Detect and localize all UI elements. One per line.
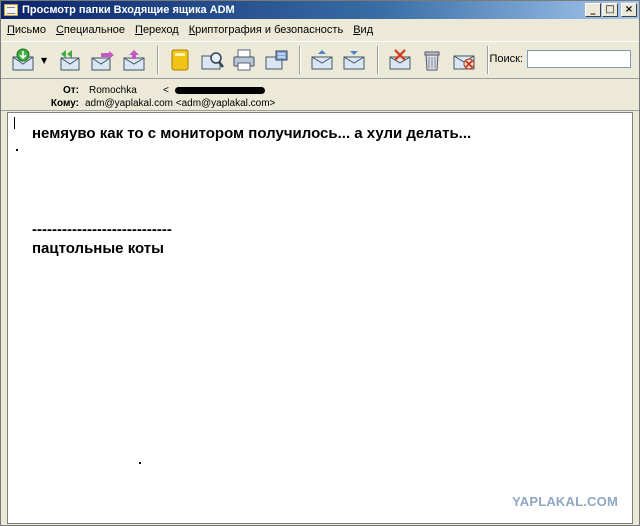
window-title: Просмотр папки Входящие ящика ADM xyxy=(22,4,235,16)
print-icon[interactable] xyxy=(229,45,259,75)
toolbar-separator xyxy=(299,46,301,74)
maximize-button[interactable]: □ xyxy=(602,3,618,17)
send-icon[interactable] xyxy=(119,45,149,75)
to-value[interactable]: adm@yaplakal.com <adm@yaplakal.com> xyxy=(85,98,275,109)
menu-crypto[interactable]: Криптография и безопасность xyxy=(189,24,343,36)
from-name[interactable]: Romochka xyxy=(89,85,169,96)
from-row: От: Romochka < xyxy=(1,83,265,97)
mail-app-icon xyxy=(4,4,18,16)
close-button[interactable]: × xyxy=(621,3,637,17)
move-down-icon[interactable] xyxy=(339,45,369,75)
move-up-icon[interactable] xyxy=(307,45,337,75)
from-address-prefix: < xyxy=(163,84,169,96)
menu-go[interactable]: Переход xyxy=(135,24,179,36)
find-icon[interactable] xyxy=(197,45,227,75)
watermark-logo: YAPLAKAL.COM xyxy=(512,494,618,509)
minimize-button[interactable]: _ xyxy=(585,3,601,17)
chevron-down-icon[interactable]: ▼ xyxy=(41,56,49,65)
message-line-1: немяуво как то с монитором получилось...… xyxy=(32,125,472,142)
search-label: Поиск: xyxy=(489,53,523,65)
trash-icon[interactable] xyxy=(417,45,447,75)
search-area: Поиск: xyxy=(489,50,631,68)
menu-special[interactable]: Специальное xyxy=(56,24,125,36)
message-signature: пацтольные коты xyxy=(32,240,164,257)
to-label: Кому: xyxy=(50,97,79,109)
delete-icon[interactable] xyxy=(385,45,415,75)
properties-icon[interactable] xyxy=(261,45,291,75)
menu-view[interactable]: Вид xyxy=(353,24,373,36)
menu-message[interactable]: Письмо xyxy=(7,24,46,36)
text-cursor xyxy=(14,117,15,129)
message-separator: ---------------------------- xyxy=(32,221,172,238)
address-book-icon[interactable] xyxy=(165,45,195,75)
toolbar-separator xyxy=(157,46,159,74)
menu-bar: Письмо Специальное Переход Криптография … xyxy=(1,21,639,39)
toolbar: ▼ Поиск: xyxy=(1,41,639,79)
window-controls: _ □ × xyxy=(585,3,637,17)
spam-icon[interactable] xyxy=(449,45,479,75)
title-bar[interactable]: Просмотр папки Входящие ящика ADM _ □ × xyxy=(1,1,639,19)
stray-dot xyxy=(139,462,141,464)
redaction-mark xyxy=(174,86,265,94)
from-label: От: xyxy=(62,84,79,96)
message-body[interactable]: немяуво как то с монитором получилось...… xyxy=(7,112,633,524)
forward-icon[interactable] xyxy=(87,45,117,75)
search-input[interactable] xyxy=(527,50,631,68)
receive-mail-icon[interactable] xyxy=(9,45,39,75)
message-header: От: Romochka < Кому: adm@yaplakal.com <a… xyxy=(1,81,639,111)
to-row: Кому: adm@yaplakal.com <adm@yaplakal.com… xyxy=(1,96,276,110)
toolbar-separator xyxy=(377,46,379,74)
stray-dot xyxy=(16,149,18,151)
reply-all-icon[interactable] xyxy=(55,45,85,75)
mail-window: Просмотр папки Входящие ящика ADM _ □ × … xyxy=(0,0,640,526)
